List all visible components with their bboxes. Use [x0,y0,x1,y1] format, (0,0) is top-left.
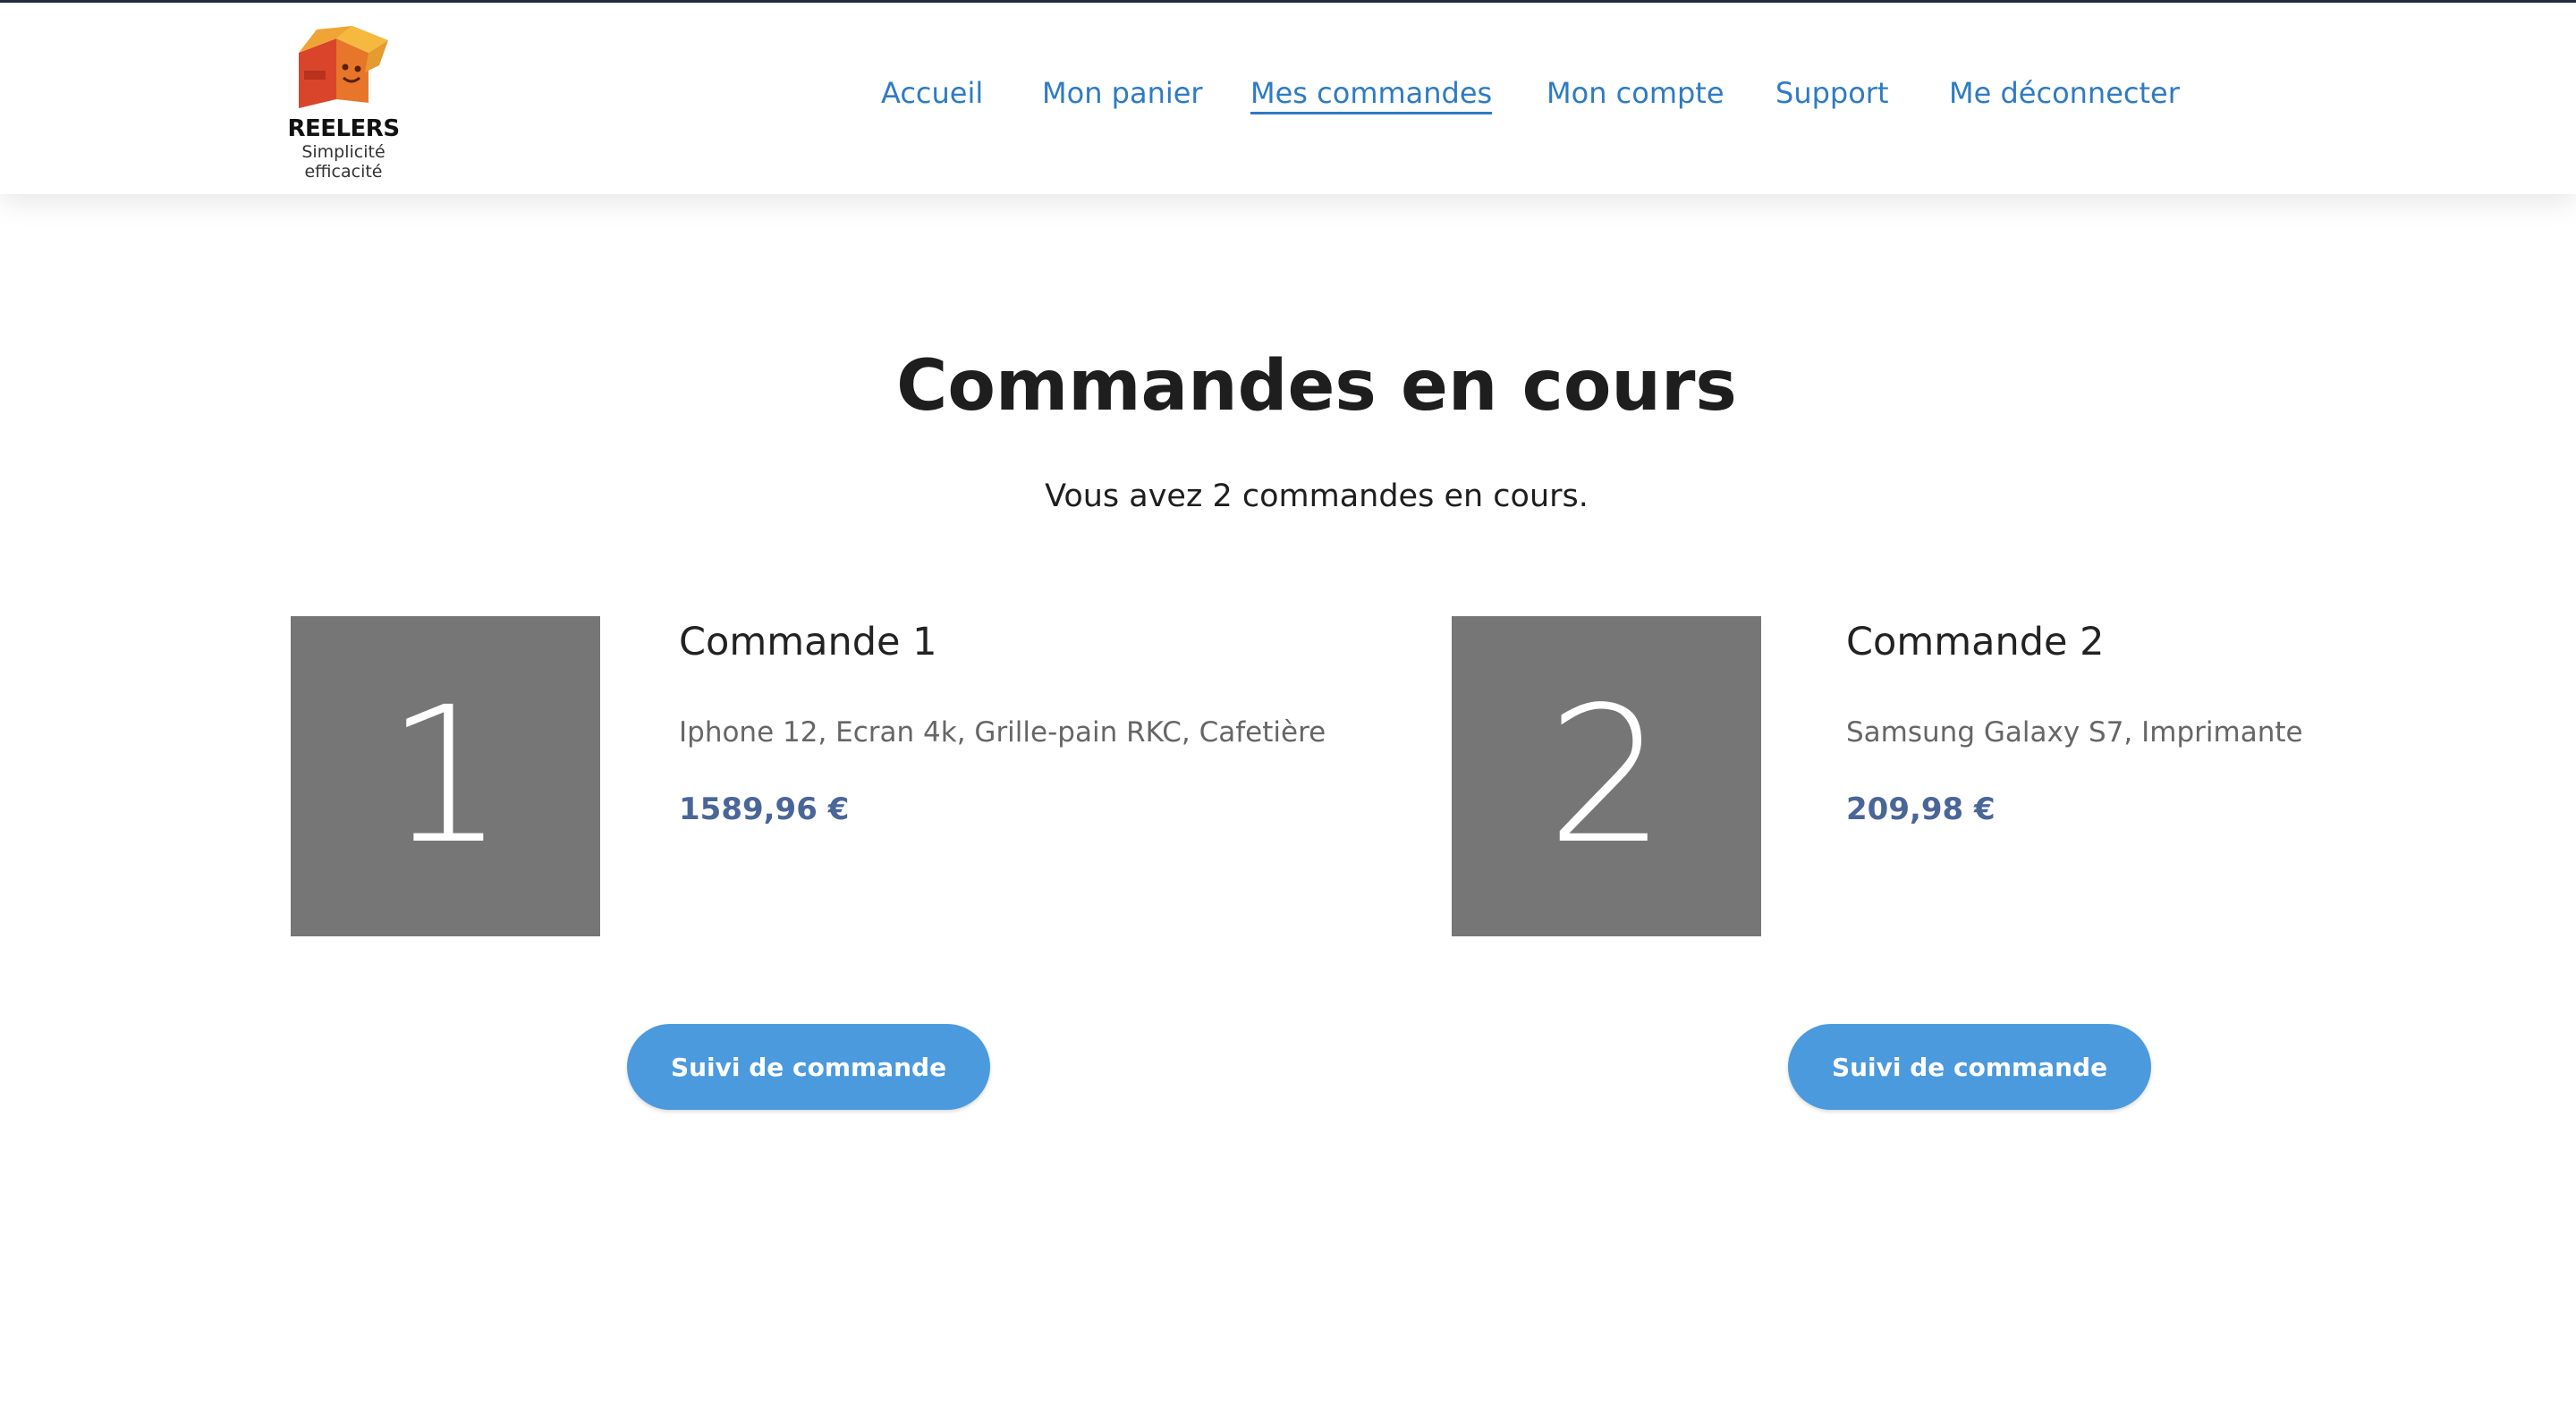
nav-mon-panier[interactable]: Mon panier [1042,76,1203,110]
order-number: 2 [1546,666,1666,885]
order-title: Commande 1 [679,620,937,664]
nav-mon-compte[interactable]: Mon compte [1546,76,1724,110]
site-header: REELERS Simplicité efficacité Accueil Mo… [0,3,2576,194]
brand-tagline: Simplicité efficacité [301,142,386,182]
order-price: 1589,96 € [679,791,850,827]
page-title: Commandes en cours [896,346,1737,427]
order-items: Iphone 12, Ecran 4k, Grille-pain RKC, Ca… [679,716,1326,749]
main-nav: Accueil Mon panier Mes commandes Mon com… [0,76,2576,130]
nav-accueil[interactable]: Accueil [881,76,983,110]
track-order-button-2[interactable]: Suivi de commande [1788,1024,2151,1110]
orders-count-text: Vous avez 2 commandes en cours. [1045,478,1589,514]
main-content: Commandes en cours Vous avez 2 commandes… [0,194,2576,1413]
order-number-box: 2 [1452,616,1761,936]
nav-me-deconnecter[interactable]: Me déconnecter [1949,76,2180,110]
order-number: 1 [386,666,505,885]
order-title: Commande 2 [1846,620,2105,664]
order-items: Samsung Galaxy S7, Imprimante [1846,716,2303,749]
order-price: 209,98 € [1846,791,1996,827]
order-number-box: 1 [291,616,600,936]
track-order-button-1[interactable]: Suivi de commande [627,1024,990,1110]
nav-support[interactable]: Support [1775,76,1889,110]
nav-mes-commandes[interactable]: Mes commandes [1250,76,1493,114]
